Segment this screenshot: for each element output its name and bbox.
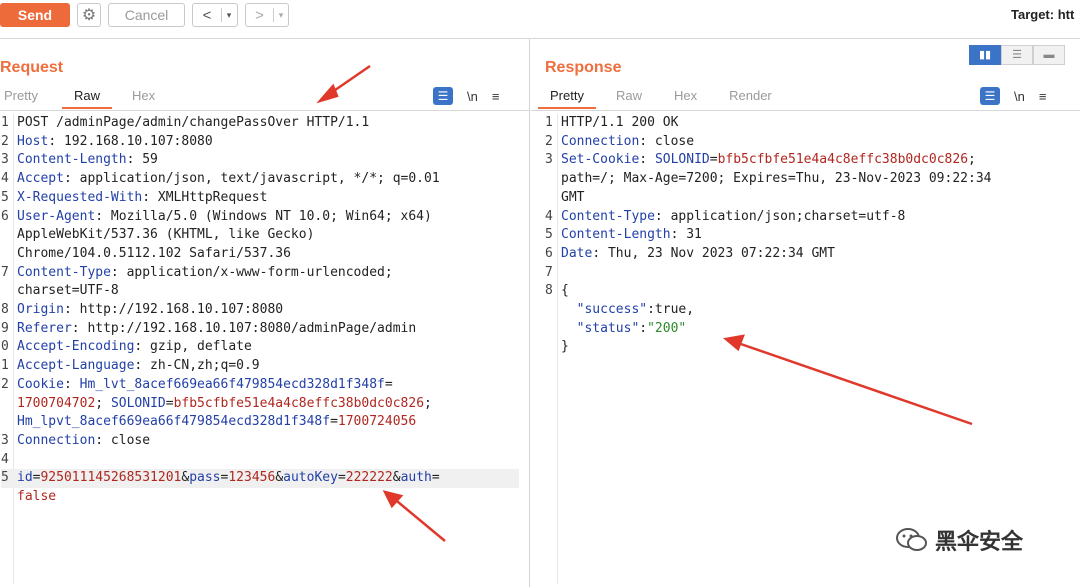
watermark-text: 黑伞安全 bbox=[935, 529, 1024, 554]
arrow-head bbox=[316, 83, 339, 104]
arrow-response-status bbox=[734, 340, 973, 426]
wechat-icon bbox=[896, 528, 927, 551]
watermark: 黑伞安全 bbox=[895, 524, 1023, 556]
arrow-request-body bbox=[391, 496, 446, 542]
annotation-arrows bbox=[316, 64, 973, 542]
arrow-head bbox=[723, 334, 745, 352]
